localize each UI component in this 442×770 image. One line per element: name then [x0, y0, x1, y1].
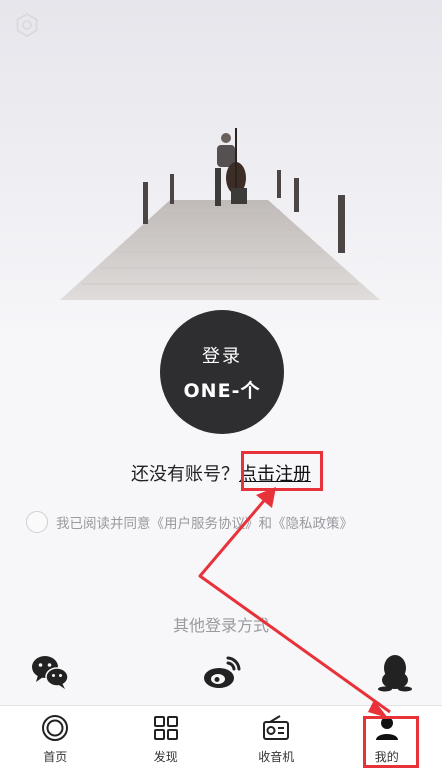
login-button[interactable]: 登录 ONE-个: [160, 310, 284, 434]
grid-icon: [152, 714, 180, 742]
other-login-title: 其他登录方式: [0, 612, 442, 636]
register-prompt: 还没有账号？点击注册: [0, 460, 442, 486]
radio-icon: [262, 714, 290, 742]
qq-icon: [375, 652, 415, 692]
hero-image: [0, 0, 442, 330]
agreement-checkbox[interactable]: [26, 511, 48, 533]
agreement-prefix: 我已阅读并同意: [56, 516, 151, 532]
wechat-icon: [30, 652, 70, 692]
tab-discover[interactable]: 发现: [111, 706, 222, 770]
qq-login-button[interactable]: [375, 652, 415, 692]
tab-me-highlight-box: [363, 716, 419, 768]
tab-radio-label: 收音机: [258, 748, 294, 765]
wechat-login-button[interactable]: [30, 652, 70, 692]
tab-discover-label: 发现: [154, 748, 178, 765]
login-label: 登录: [202, 342, 242, 368]
agreement-text: 我已阅读并同意《用户服务协议》和《隐私政策》: [56, 512, 353, 532]
terms-link[interactable]: 《用户服务协议》: [151, 516, 259, 532]
privacy-link[interactable]: 《隐私政策》: [272, 516, 353, 532]
pier-cellist-illustration: [0, 0, 442, 330]
register-prompt-text: 还没有账号？: [131, 464, 239, 485]
agreement-row: 我已阅读并同意《用户服务协议》和《隐私政策》: [26, 510, 353, 534]
tab-radio[interactable]: 收音机: [221, 706, 332, 770]
weibo-login-button[interactable]: [202, 652, 242, 692]
brand-label: ONE-个: [184, 376, 261, 403]
register-highlight-box: [241, 451, 323, 491]
weibo-icon: [202, 652, 242, 692]
tab-home[interactable]: 首页: [0, 706, 111, 770]
settings-button[interactable]: [14, 12, 40, 38]
tab-home-label: 首页: [43, 748, 67, 765]
gear-icon: [14, 12, 40, 38]
home-icon: [41, 714, 69, 742]
agreement-and: 和: [259, 516, 273, 532]
